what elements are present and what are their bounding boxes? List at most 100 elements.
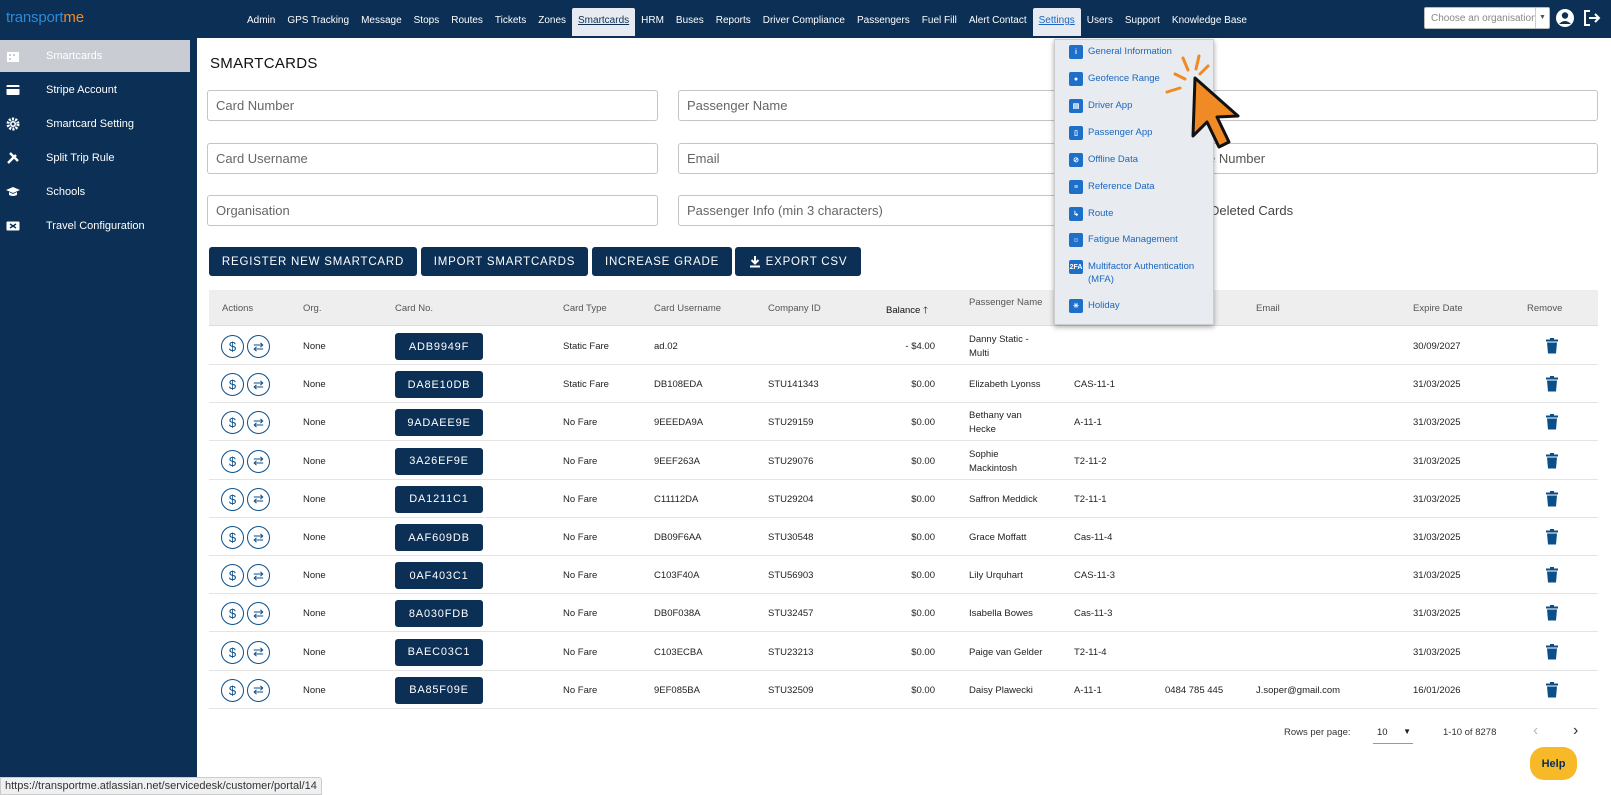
col-email[interactable]: Email bbox=[1256, 303, 1280, 314]
nav-alert-contact[interactable]: Alert Contact bbox=[963, 8, 1033, 36]
prev-page-icon[interactable]: ‹ bbox=[1533, 722, 1538, 740]
card-number-chip[interactable]: 9ADAEE9E bbox=[395, 409, 483, 437]
import-smartcards-button[interactable]: IMPORT SMARTCARDS bbox=[421, 247, 588, 276]
col-card-no[interactable]: Card No. bbox=[395, 303, 433, 314]
nav-support[interactable]: Support bbox=[1119, 8, 1166, 36]
sidebar-item-schools[interactable]: Schools bbox=[0, 176, 190, 208]
card-number-chip[interactable]: AAF609DB bbox=[395, 524, 483, 551]
nav-reports[interactable]: Reports bbox=[710, 8, 757, 36]
nav-stops[interactable]: Stops bbox=[408, 8, 446, 36]
nav-knowledge-base[interactable]: Knowledge Base bbox=[1166, 8, 1253, 36]
nav-buses[interactable]: Buses bbox=[670, 8, 710, 36]
card-number-chip[interactable]: 0AF403C1 bbox=[395, 562, 483, 590]
col-expire-date[interactable]: Expire Date bbox=[1413, 303, 1463, 314]
transfer-icon[interactable]: ⇄ bbox=[247, 678, 270, 702]
settings-item-holiday[interactable]: ☀ Holiday bbox=[1069, 299, 1209, 313]
dollar-icon[interactable]: $ bbox=[221, 373, 244, 397]
settings-item-offline-data[interactable]: ⊘ Offline Data bbox=[1069, 153, 1209, 167]
trash-icon[interactable] bbox=[1545, 490, 1559, 507]
organisation-select[interactable]: Choose an organisation ▼ bbox=[1424, 7, 1550, 29]
dollar-icon[interactable]: $ bbox=[221, 678, 244, 702]
transfer-icon[interactable]: ⇄ bbox=[247, 640, 270, 664]
trash-icon[interactable] bbox=[1545, 414, 1559, 430]
nav-passengers[interactable]: Passengers bbox=[851, 8, 916, 36]
col-card-username[interactable]: Card Username bbox=[654, 303, 721, 314]
nav-fuel-fill[interactable]: Fuel Fill bbox=[916, 8, 963, 36]
settings-item-mfa[interactable]: 2FA Multifactor Authentication (MFA) bbox=[1069, 260, 1209, 286]
card-number-chip[interactable]: ADB9949F bbox=[395, 333, 483, 360]
card-number-chip[interactable]: 8A030FDB bbox=[395, 600, 483, 628]
organisation-input[interactable] bbox=[207, 195, 658, 226]
account-icon[interactable] bbox=[1555, 8, 1575, 28]
trash-icon[interactable] bbox=[1545, 605, 1559, 621]
nav-admin[interactable]: Admin bbox=[241, 8, 281, 36]
trash-icon[interactable] bbox=[1545, 338, 1559, 354]
col-company-id[interactable]: Company ID bbox=[768, 303, 821, 314]
transfer-icon[interactable]: ⇄ bbox=[247, 449, 270, 473]
help-button[interactable]: Help bbox=[1530, 747, 1577, 780]
settings-item-reference-data[interactable]: ≡ Reference Data bbox=[1069, 180, 1209, 194]
transfer-icon[interactable]: ⇄ bbox=[247, 335, 270, 358]
dollar-icon[interactable]: $ bbox=[221, 526, 244, 549]
sidebar-item-smartcards[interactable]: Smartcards bbox=[0, 40, 190, 72]
dollar-icon[interactable]: $ bbox=[221, 335, 244, 358]
trash-icon[interactable] bbox=[1545, 452, 1559, 469]
nav-settings[interactable]: Settings bbox=[1032, 8, 1081, 36]
transfer-icon[interactable]: ⇄ bbox=[247, 526, 270, 549]
dollar-icon[interactable]: $ bbox=[221, 640, 244, 664]
deleted-cards-label[interactable]: Deleted Cards bbox=[1210, 203, 1293, 218]
card-number-chip[interactable]: DA1211C1 bbox=[395, 485, 483, 513]
settings-item-route[interactable]: ↳ Route bbox=[1069, 207, 1209, 221]
rows-per-page-select[interactable]: 10 ▼ bbox=[1373, 722, 1413, 744]
nav-tickets[interactable]: Tickets bbox=[489, 8, 532, 36]
card-number-input[interactable] bbox=[207, 90, 658, 121]
transfer-icon[interactable]: ⇄ bbox=[247, 564, 270, 588]
transfer-icon[interactable]: ⇄ bbox=[247, 411, 270, 435]
cell-org: None bbox=[303, 646, 326, 658]
nav-zones[interactable]: Zones bbox=[532, 8, 572, 36]
col-passenger-name[interactable]: Passenger Name bbox=[969, 297, 1042, 308]
increase-grade-button[interactable]: INCREASE GRADE bbox=[592, 247, 732, 276]
card-number-chip[interactable]: 3A26EF9E bbox=[395, 447, 483, 475]
settings-item-fatigue-management[interactable]: ☺ Fatigue Management bbox=[1069, 233, 1209, 247]
col-balance[interactable]: Balance 🡑 bbox=[886, 303, 928, 319]
dollar-icon[interactable]: $ bbox=[221, 411, 244, 435]
register-smartcard-button[interactable]: REGISTER NEW SMARTCARD bbox=[209, 247, 417, 276]
card-number-chip[interactable]: BAEC03C1 bbox=[395, 638, 483, 666]
col-org[interactable]: Org. bbox=[303, 303, 321, 314]
trash-icon[interactable] bbox=[1545, 567, 1559, 583]
nav-message[interactable]: Message bbox=[355, 8, 408, 36]
transfer-icon[interactable]: ⇄ bbox=[247, 487, 270, 511]
nav-gps-tracking[interactable]: GPS Tracking bbox=[281, 8, 355, 36]
transfer-icon[interactable]: ⇄ bbox=[247, 602, 270, 626]
sidebar-item-label: Smartcards bbox=[46, 50, 103, 62]
dollar-icon[interactable]: $ bbox=[221, 564, 244, 588]
nav-users[interactable]: Users bbox=[1081, 8, 1119, 36]
passenger-info-input[interactable] bbox=[678, 195, 1078, 226]
dollar-icon[interactable]: $ bbox=[221, 449, 244, 473]
sidebar-item-travel-configuration[interactable]: Travel Configuration bbox=[0, 210, 190, 242]
nav-routes[interactable]: Routes bbox=[445, 8, 489, 36]
sidebar-item-split-trip-rule[interactable]: Split Trip Rule bbox=[0, 142, 190, 174]
dollar-icon[interactable]: $ bbox=[221, 487, 244, 511]
card-number-chip[interactable]: BA85F09E bbox=[395, 676, 483, 704]
logout-icon[interactable] bbox=[1582, 8, 1602, 28]
trash-icon[interactable] bbox=[1545, 529, 1559, 545]
trash-icon[interactable] bbox=[1545, 643, 1559, 660]
trash-icon[interactable] bbox=[1545, 681, 1559, 698]
trash-icon[interactable] bbox=[1545, 376, 1559, 392]
sidebar-item-smartcard-setting[interactable]: Smartcard Setting bbox=[0, 108, 190, 140]
col-card-type[interactable]: Card Type bbox=[563, 303, 607, 314]
nav-smartcards[interactable]: Smartcards bbox=[572, 8, 636, 36]
transfer-icon[interactable]: ⇄ bbox=[247, 373, 270, 397]
card-number-chip[interactable]: DA8E10DB bbox=[395, 371, 483, 399]
export-csv-button[interactable]: EXPORT CSV bbox=[735, 247, 861, 276]
next-page-icon[interactable]: › bbox=[1573, 722, 1578, 740]
settings-item-label: Driver App bbox=[1088, 100, 1133, 111]
card-username-input[interactable] bbox=[207, 143, 658, 174]
app-logo[interactable]: transportme bbox=[6, 9, 84, 26]
dollar-icon[interactable]: $ bbox=[221, 602, 244, 626]
sidebar-item-stripe-account[interactable]: Stripe Account bbox=[0, 74, 190, 106]
nav-driver-compliance[interactable]: Driver Compliance bbox=[757, 8, 851, 36]
nav-hrm[interactable]: HRM bbox=[635, 8, 670, 36]
